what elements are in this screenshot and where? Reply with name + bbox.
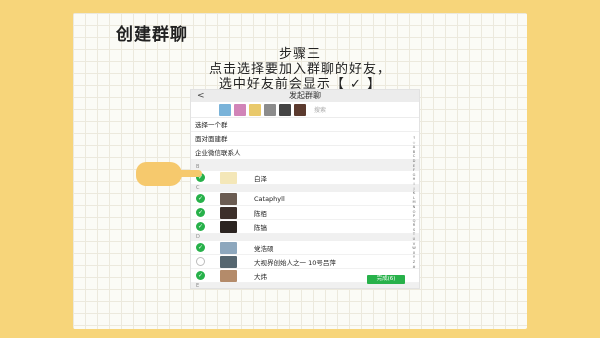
contact-name: 大炜 (254, 272, 267, 281)
selected-member-avatar[interactable] (234, 103, 246, 116)
contact-name: 党浩硕 (254, 244, 274, 253)
contact-avatar (220, 192, 237, 205)
contact-name: 大视界创始人之一 10号吕萍 (254, 258, 336, 267)
checked-icon[interactable]: ✓ (196, 222, 205, 231)
contact-avatar (220, 269, 237, 282)
selected-member-avatar[interactable] (249, 103, 261, 116)
pointing-hand-icon (136, 162, 202, 186)
contact-avatar (220, 241, 237, 254)
contact-name: 陈镐 (254, 223, 267, 232)
screen-title: 发起群聊 (289, 91, 321, 100)
back-arrow-icon[interactable]: < (197, 90, 205, 102)
selected-member-avatar[interactable] (264, 103, 276, 116)
selected-member-avatar[interactable] (219, 103, 231, 116)
contact-row[interactable]: ✓ Cataphyll (191, 192, 419, 206)
pointing-finger (170, 170, 202, 177)
contact-row[interactable]: ✓ 陈栢 (191, 206, 419, 220)
contact-list: B ✓ 白泽 C ✓ Cataphyll ✓ 陈栢 ✓ 陈镐 D ✓ 党浩硕 大视界创始人之一 10号吕萍… (191, 164, 419, 288)
search-input[interactable]: 搜索 (314, 105, 326, 114)
contact-name: Cataphyll (254, 194, 285, 203)
checked-icon[interactable]: ✓ (196, 208, 205, 217)
section-header: D (191, 234, 419, 241)
alphabet-index[interactable]: ↑ ☆ A B C D E F G H I J K L M N O P Q R S T U V W X Y Z # (411, 136, 417, 269)
contact-row[interactable]: 大视界创始人之一 10号吕萍 (191, 255, 419, 269)
checked-icon[interactable]: ✓ (196, 194, 205, 203)
slide-title: 创建群聊 (116, 25, 188, 45)
section-header: B (191, 164, 419, 171)
index-letter[interactable]: # (411, 265, 417, 270)
contact-row[interactable]: ✓ 党浩硕 (191, 241, 419, 255)
contact-name: 陈栢 (254, 209, 267, 218)
selected-members-bar: 搜索 (191, 102, 419, 118)
top-bar: < 发起群聊 (191, 90, 419, 102)
selected-member-avatar[interactable] (279, 103, 291, 116)
selected-member-avatar[interactable] (294, 103, 306, 116)
contact-avatar (220, 171, 237, 184)
done-button[interactable]: 完成(6) (367, 275, 405, 284)
contact-row[interactable]: ✓ 陈镐 (191, 220, 419, 234)
contact-row[interactable]: ✓ 白泽 (191, 171, 419, 185)
checked-icon[interactable]: ✓ (196, 243, 205, 252)
contact-avatar (220, 255, 237, 268)
contact-avatar (220, 206, 237, 219)
wechat-screenshot: < 发起群聊 搜索 选择一个群 面对面建群 企业微信联系人 B ✓ 白泽 C ✓ Cata… (190, 89, 420, 289)
menu-enterprise-contacts[interactable]: 企业微信联系人 (191, 146, 419, 160)
menu-choose-group[interactable]: 选择一个群 (191, 118, 419, 132)
menu-face-to-face[interactable]: 面对面建群 (191, 132, 419, 146)
section-header: C (191, 185, 419, 192)
checked-icon[interactable]: ✓ (196, 271, 205, 280)
contact-name: 白泽 (254, 174, 267, 183)
unchecked-icon[interactable] (196, 257, 205, 266)
contact-avatar (220, 220, 237, 233)
